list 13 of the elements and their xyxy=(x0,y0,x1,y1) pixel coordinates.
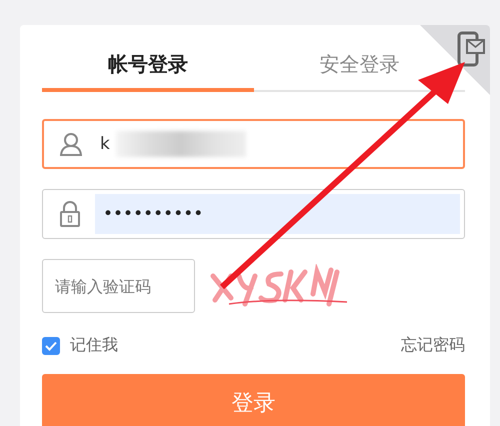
user-icon xyxy=(60,132,82,156)
password-field[interactable]: •••••••••• xyxy=(42,189,465,239)
lock-icon xyxy=(59,201,81,227)
forgot-password-link[interactable]: 忘记密码 xyxy=(401,335,465,356)
captcha-field[interactable]: 请输入验证码 xyxy=(42,259,195,313)
username-value: k xyxy=(99,134,110,154)
login-tab[interactable]: 帐号登录 xyxy=(108,49,188,80)
username-field[interactable]: k xyxy=(42,119,465,169)
remember-checkbox[interactable] xyxy=(42,336,60,354)
login-tab[interactable]: 安全登录 xyxy=(319,49,400,80)
check-icon xyxy=(45,340,57,350)
phone-mail-icon[interactable] xyxy=(456,31,486,69)
remember-label: 记住我 xyxy=(70,335,118,356)
